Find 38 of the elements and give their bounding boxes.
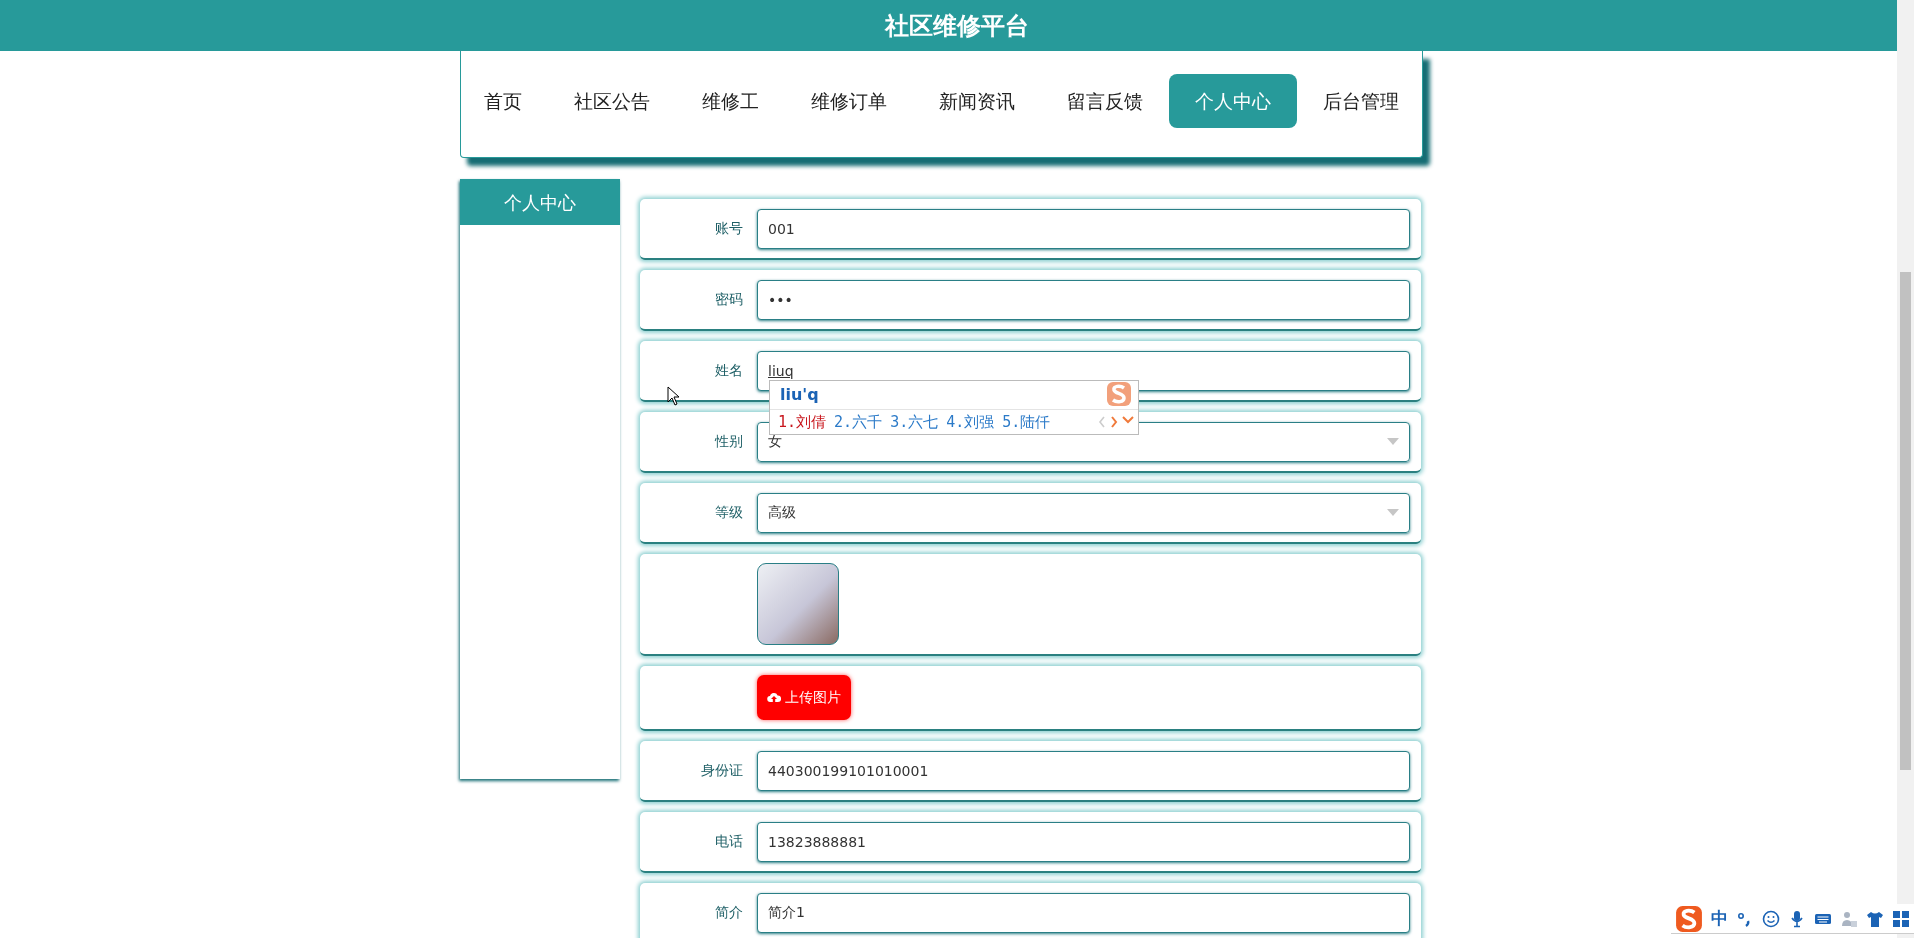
upload-button[interactable]: 上传图片 xyxy=(757,675,851,720)
field-label: 电话 xyxy=(715,833,743,849)
nav-tab[interactable]: 新闻资讯 xyxy=(913,74,1041,128)
nav-tab[interactable]: 留言反馈 xyxy=(1041,74,1169,128)
microphone-icon[interactable] xyxy=(1788,909,1806,928)
dropdown-caret-icon xyxy=(1387,438,1399,445)
field-label: 等级 xyxy=(715,504,743,520)
shirt-icon[interactable] xyxy=(1866,909,1884,928)
next-page-icon[interactable] xyxy=(1110,416,1118,428)
scrollbar[interactable] xyxy=(1897,0,1914,938)
user-icon[interactable] xyxy=(1840,909,1858,928)
field-label: 性别 xyxy=(715,433,743,449)
input-mode-toggle[interactable]: 中 xyxy=(1711,905,1728,932)
field-label: 账号 xyxy=(715,220,743,236)
grid-icon[interactable] xyxy=(1892,909,1910,928)
ime-logo-icon[interactable] xyxy=(1675,904,1703,933)
cloud-upload-icon xyxy=(767,692,781,703)
nav-tab[interactable]: 首页 xyxy=(458,74,548,128)
field-label: 姓名 xyxy=(715,362,743,378)
nav-tab[interactable]: 后台管理 xyxy=(1297,74,1425,128)
input-field[interactable]: 440300199101010001 xyxy=(757,750,1410,791)
input-field[interactable]: 13823888881 xyxy=(757,821,1410,862)
nav-tab[interactable]: 维修订单 xyxy=(785,74,913,128)
scrollbar-thumb[interactable] xyxy=(1900,272,1911,770)
sidebar-title: 个人中心 xyxy=(460,179,620,225)
site-title: 社区维修平台 xyxy=(885,10,1029,42)
dropdown-caret-icon xyxy=(1387,509,1399,516)
expand-icon[interactable] xyxy=(1122,416,1134,424)
input-field[interactable]: 简介1 xyxy=(757,892,1410,933)
nav-tab[interactable]: 维修工 xyxy=(676,74,785,128)
field-label: 简介 xyxy=(715,904,743,920)
password-field[interactable]: ••• xyxy=(757,279,1410,320)
nav-tab[interactable]: 社区公告 xyxy=(548,74,676,128)
select-field[interactable]: 高级 xyxy=(757,492,1410,533)
field-label: 身份证 xyxy=(701,762,743,778)
input-field[interactable]: 001 xyxy=(757,208,1410,249)
field-label: 密码 xyxy=(715,291,743,307)
smiley-icon[interactable] xyxy=(1762,909,1780,928)
